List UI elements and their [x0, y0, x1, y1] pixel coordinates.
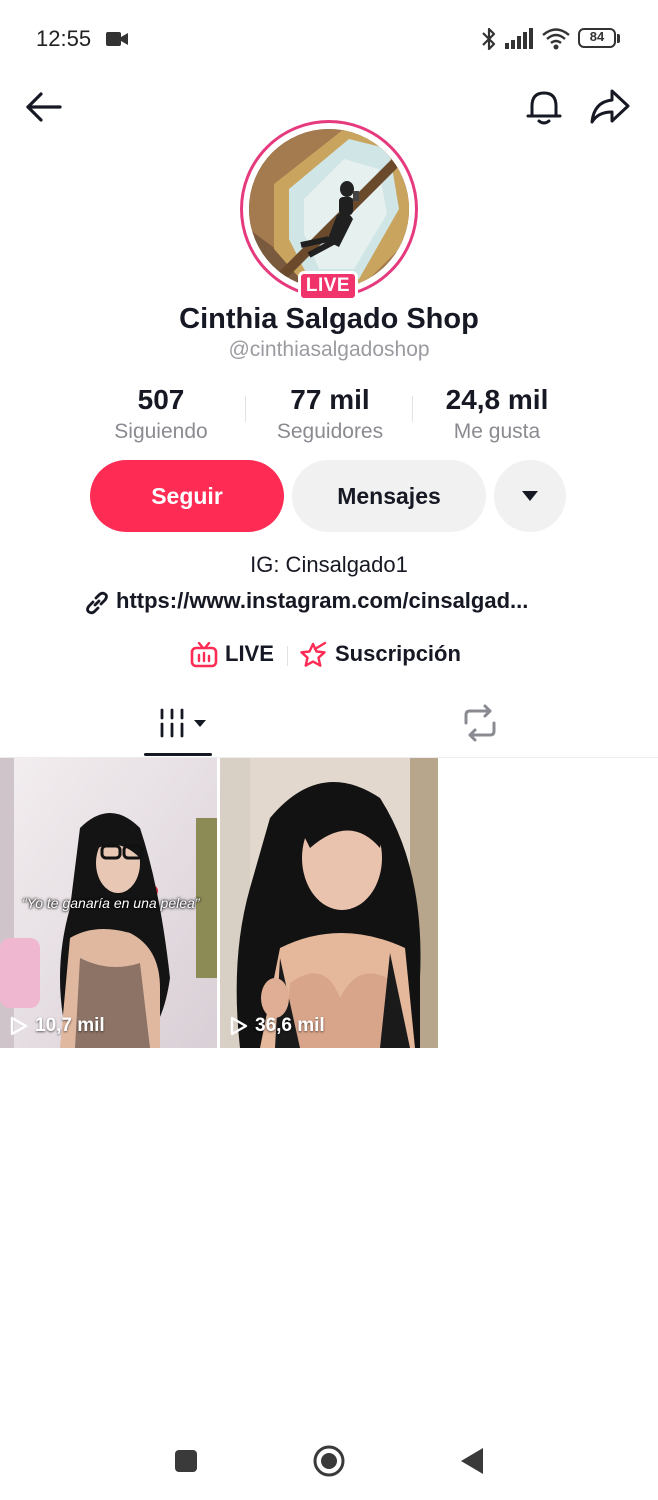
- tab-videos[interactable]: [140, 700, 214, 754]
- battery-icon: 84: [578, 28, 620, 50]
- bio-link-text[interactable]: https://www.instagram.com/cinsalgad...: [116, 588, 528, 614]
- status-time: 12:55: [36, 26, 92, 51]
- video-caption: “Yo te ganaría en una pelea”: [22, 895, 200, 911]
- chevron-down-icon: [522, 491, 538, 501]
- message-button[interactable]: Mensajes: [292, 460, 486, 532]
- live-badge[interactable]: LIVE: [298, 271, 358, 301]
- live-tv-icon: [190, 642, 218, 668]
- stat-followers-value: 77 mil: [290, 384, 370, 415]
- subscription-link-label: Suscripción: [335, 641, 461, 666]
- stat-likes-label: Me gusta: [453, 420, 541, 443]
- tab-active-indicator: [144, 753, 212, 756]
- back-arrow-icon[interactable]: [24, 90, 64, 124]
- video-thumbnail[interactable]: 36,6 mil: [220, 758, 438, 1048]
- repost-icon[interactable]: [458, 703, 502, 743]
- share-icon[interactable]: [588, 86, 632, 128]
- avatar[interactable]: [249, 129, 409, 289]
- back-triangle-icon[interactable]: [459, 1446, 485, 1476]
- video-grid-icon: [160, 708, 206, 738]
- bluetooth-icon: [482, 27, 496, 51]
- video-camera-icon: [106, 32, 128, 46]
- quick-links-divider: [287, 646, 288, 666]
- stat-followers[interactable]: 77 mil Seguidores: [245, 384, 415, 444]
- subscription-star-icon: [300, 641, 327, 667]
- battery-level: 84: [589, 29, 605, 44]
- video-thumbnail[interactable]: “Yo te ganaría en una pelea” 10,7 mil: [0, 758, 217, 1048]
- stat-likes-value: 24,8 mil: [445, 384, 549, 415]
- bell-icon[interactable]: [524, 87, 564, 127]
- wifi-icon: [542, 28, 570, 50]
- follow-button[interactable]: Seguir: [90, 460, 284, 532]
- stat-following-value: 507: [137, 384, 185, 415]
- link-icon: [86, 591, 108, 615]
- recents-square-icon[interactable]: [175, 1450, 197, 1472]
- username-handle: @cinthiasalgadoshop: [228, 338, 430, 361]
- view-count-text: 10,7 mil: [35, 1015, 105, 1036]
- play-icon: [230, 1016, 248, 1036]
- bio-text: IG: Cinsalgado1: [250, 552, 408, 577]
- signal-icon: [505, 28, 533, 49]
- live-link-label: LIVE: [225, 641, 274, 666]
- stat-followers-label: Seguidores: [276, 420, 384, 443]
- more-options-button[interactable]: [494, 460, 566, 532]
- bio-link[interactable]: https://www.instagram.com/cinsalgad...: [84, 588, 574, 618]
- display-name: Cinthia Salgado Shop: [179, 303, 479, 335]
- view-count-text: 36,6 mil: [255, 1015, 325, 1036]
- stat-following-label: Siguiendo: [114, 420, 208, 443]
- stat-following[interactable]: 507 Siguiendo: [76, 384, 246, 444]
- video-thumbnail-image: [220, 758, 438, 1048]
- home-circle-icon[interactable]: [312, 1444, 346, 1478]
- stat-likes[interactable]: 24,8 mil Me gusta: [412, 384, 582, 444]
- play-icon: [10, 1016, 28, 1036]
